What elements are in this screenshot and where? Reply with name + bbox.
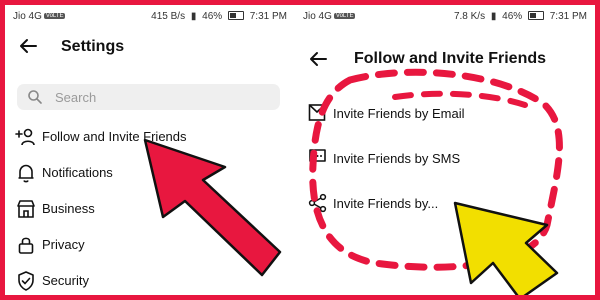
carrier-label: Jio 4G xyxy=(13,11,42,22)
invite-by-email[interactable]: Invite Friends by Email xyxy=(308,102,578,126)
menu-item-label: Privacy xyxy=(42,237,85,252)
menu-item-label: Notifications xyxy=(42,165,113,180)
invite-option-label: Invite Friends by SMS xyxy=(333,151,461,166)
shield-icon xyxy=(15,270,37,292)
signal-icon: ▮ xyxy=(190,11,197,22)
share-icon xyxy=(308,193,328,213)
menu-item-security[interactable]: Security xyxy=(15,269,275,293)
status-bar: Jio 4G VoLTE 415 B/s ▮ 46% 7:31 PM xyxy=(13,11,287,25)
search-placeholder: Search xyxy=(55,90,97,105)
invite-by-other[interactable]: Invite Friends by... xyxy=(308,192,578,216)
menu-item-label: Follow and Invite Friends xyxy=(42,129,187,144)
menu-item-business[interactable]: Business xyxy=(15,197,275,221)
search-input[interactable]: Search xyxy=(17,84,280,110)
back-arrow-icon[interactable] xyxy=(307,48,329,70)
menu-item-label: Security xyxy=(42,273,89,288)
clock: 7:31 PM xyxy=(549,11,587,22)
invite-by-sms[interactable]: Invite Friends by SMS xyxy=(308,147,578,171)
network-speed: 7.8 K/s xyxy=(453,11,486,22)
volte-badge: VoLTE xyxy=(333,13,356,19)
invite-option-label: Invite Friends by Email xyxy=(333,106,465,121)
lock-icon xyxy=(15,234,37,256)
battery-percent: 46% xyxy=(502,11,523,22)
clock: 7:31 PM xyxy=(249,11,287,22)
storefront-icon xyxy=(15,198,37,220)
battery-percent: 46% xyxy=(202,11,223,22)
chat-bubble-icon xyxy=(308,148,328,168)
battery-icon xyxy=(527,11,544,20)
status-bar: Jio 4G VoLTE 7.8 K/s ▮ 46% 7:31 PM xyxy=(303,11,587,25)
signal-icon: ▮ xyxy=(490,11,497,22)
menu-item-label: Business xyxy=(42,201,95,216)
bell-icon xyxy=(15,162,37,184)
page-title: Settings xyxy=(61,38,125,55)
volte-badge: VoLTE xyxy=(43,13,66,19)
menu-item-notifications[interactable]: Notifications xyxy=(15,161,275,185)
add-person-icon xyxy=(15,126,37,148)
settings-screen: Jio 4G VoLTE 415 B/s ▮ 46% 7:31 PM Settin… xyxy=(5,5,295,295)
network-speed: 415 B/s xyxy=(151,11,186,22)
invite-option-label: Invite Friends by... xyxy=(333,196,439,211)
envelope-icon xyxy=(308,103,328,123)
follow-invite-screen: Jio 4G VoLTE 7.8 K/s ▮ 46% 7:31 PM Follow… xyxy=(295,5,595,295)
carrier-label: Jio 4G xyxy=(303,11,332,22)
menu-item-follow-invite[interactable]: Follow and Invite Friends xyxy=(15,125,275,149)
battery-icon xyxy=(227,11,244,20)
back-arrow-icon[interactable] xyxy=(17,35,39,57)
menu-item-privacy[interactable]: Privacy xyxy=(15,233,275,257)
search-icon xyxy=(27,89,43,110)
page-title: Follow and Invite Friends xyxy=(354,50,547,67)
